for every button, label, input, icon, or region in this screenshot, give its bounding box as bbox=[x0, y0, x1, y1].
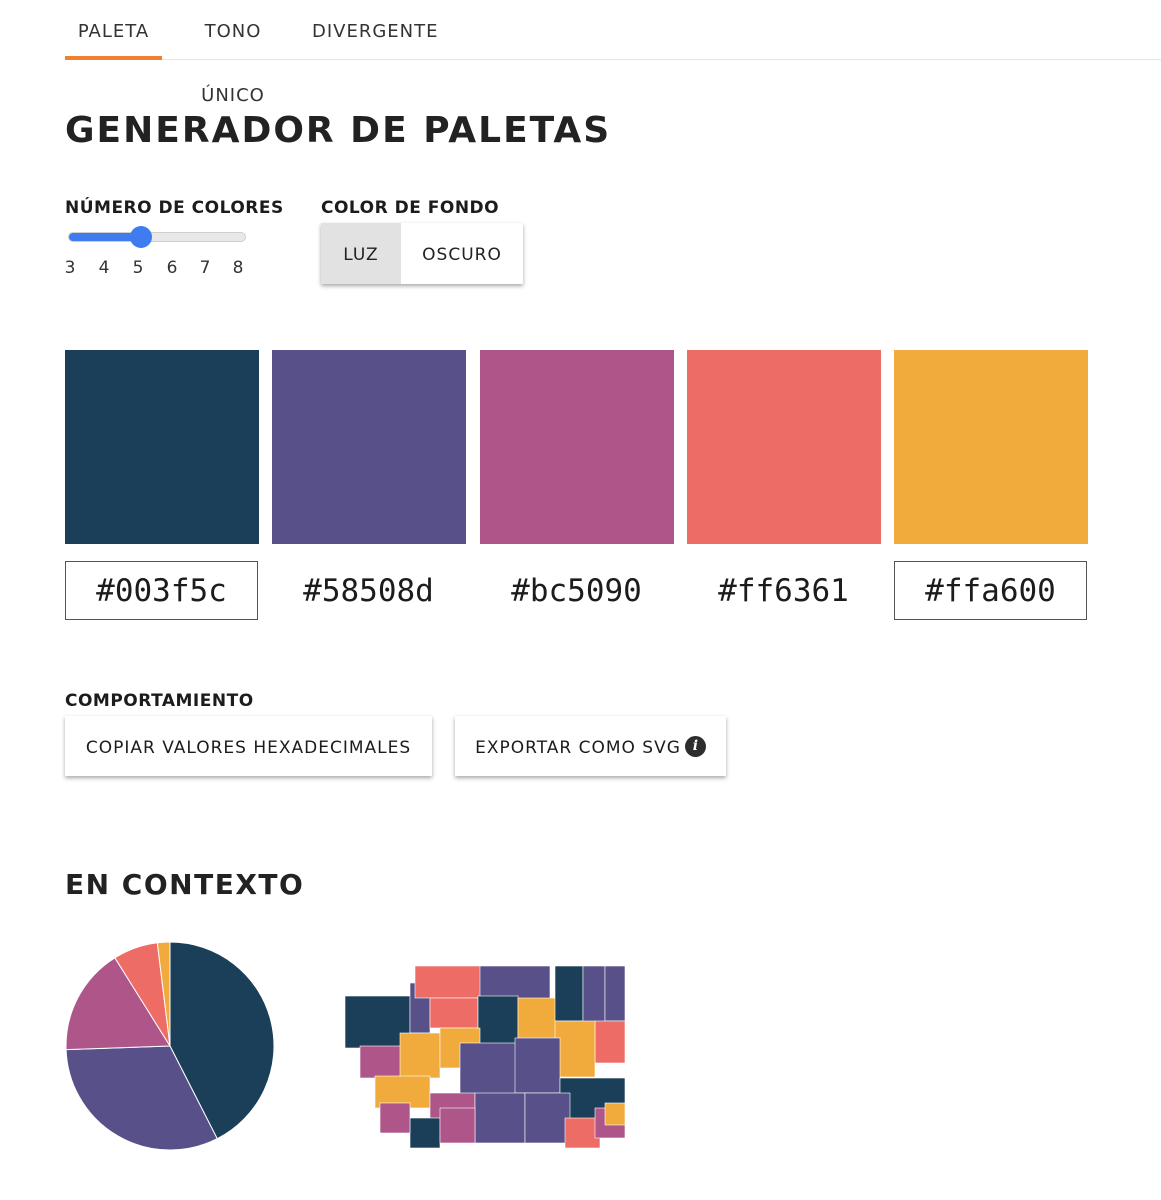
map-county-26 bbox=[379, 1102, 411, 1134]
slider-tick-6: 6 bbox=[166, 258, 178, 278]
color-swatch-4[interactable] bbox=[687, 350, 881, 544]
behavior-label: COMPORTAMIENTO bbox=[65, 691, 254, 711]
map-county-10 bbox=[604, 965, 626, 1022]
color-count-label: NÚMERO DE COLORES bbox=[65, 198, 284, 218]
copy-hex-label: COPIAR VALORES HEXADECIMALES bbox=[85, 738, 412, 758]
hex-input-1[interactable] bbox=[65, 561, 258, 620]
slider-tick-4: 4 bbox=[98, 258, 110, 278]
map-county-16 bbox=[459, 1042, 521, 1099]
color-swatch-2[interactable] bbox=[272, 350, 466, 544]
hex-input-5[interactable] bbox=[894, 561, 1087, 620]
background-dark-button[interactable]: OSCURO bbox=[401, 223, 523, 284]
map-county-8 bbox=[554, 965, 584, 1022]
map-county-22 bbox=[524, 1092, 571, 1144]
slider-tick-5: 5 bbox=[132, 258, 144, 278]
map-county-27 bbox=[439, 1107, 476, 1144]
map-county-13 bbox=[359, 1045, 406, 1079]
map-county-12 bbox=[554, 1020, 596, 1078]
color-swatch-5[interactable] bbox=[894, 350, 1088, 544]
export-svg-label: EXPORTAR COMO SVG bbox=[475, 738, 681, 758]
color-swatch-3[interactable] bbox=[480, 350, 674, 544]
map-county-17 bbox=[514, 1037, 561, 1094]
slider-tick-7: 7 bbox=[199, 258, 211, 278]
slider-tick-8: 8 bbox=[232, 258, 244, 278]
map-county-7 bbox=[517, 997, 559, 1041]
hex-input-4[interactable] bbox=[687, 561, 880, 620]
tab-bar: PALETA TONO ÚNICO DIVERGENTE bbox=[0, 0, 1161, 106]
context-title: EN CONTEXTO bbox=[65, 868, 305, 901]
color-count-slider-thumb[interactable] bbox=[130, 226, 153, 248]
map-county-11 bbox=[594, 1020, 626, 1064]
slider-tick-3: 3 bbox=[64, 258, 76, 278]
background-color-label: COLOR DE FONDO bbox=[321, 198, 500, 218]
background-light-button[interactable]: LUZ bbox=[321, 223, 401, 284]
sample-pie-chart bbox=[65, 941, 275, 1151]
map-county-21 bbox=[474, 1092, 526, 1144]
map-county-6 bbox=[477, 995, 519, 1047]
map-county-25 bbox=[409, 1117, 441, 1149]
map-county-14 bbox=[399, 1032, 441, 1079]
export-svg-button[interactable]: EXPORTAR COMO SVG i bbox=[455, 716, 726, 776]
map-county-28 bbox=[604, 1102, 626, 1126]
map-county-4 bbox=[429, 997, 479, 1029]
copy-hex-button[interactable]: COPIAR VALORES HEXADECIMALES bbox=[65, 716, 432, 776]
hex-input-3[interactable] bbox=[480, 561, 673, 620]
info-icon[interactable]: i bbox=[684, 735, 706, 757]
map-county-9 bbox=[582, 965, 606, 1027]
map-county-3 bbox=[414, 965, 488, 999]
color-swatch-1[interactable] bbox=[65, 350, 259, 544]
sample-county-map bbox=[344, 965, 626, 1149]
background-toggle: LUZ OSCURO bbox=[321, 223, 523, 284]
tab-paleta[interactable]: PALETA bbox=[65, 0, 162, 60]
tab-tono-unico[interactable]: TONO ÚNICO bbox=[172, 0, 294, 106]
tab-divergente[interactable]: DIVERGENTE bbox=[312, 0, 438, 60]
hex-input-2[interactable] bbox=[272, 561, 465, 620]
color-count-slider-track[interactable] bbox=[68, 232, 246, 242]
page-title: GENERADOR DE PALETAS bbox=[65, 110, 612, 151]
